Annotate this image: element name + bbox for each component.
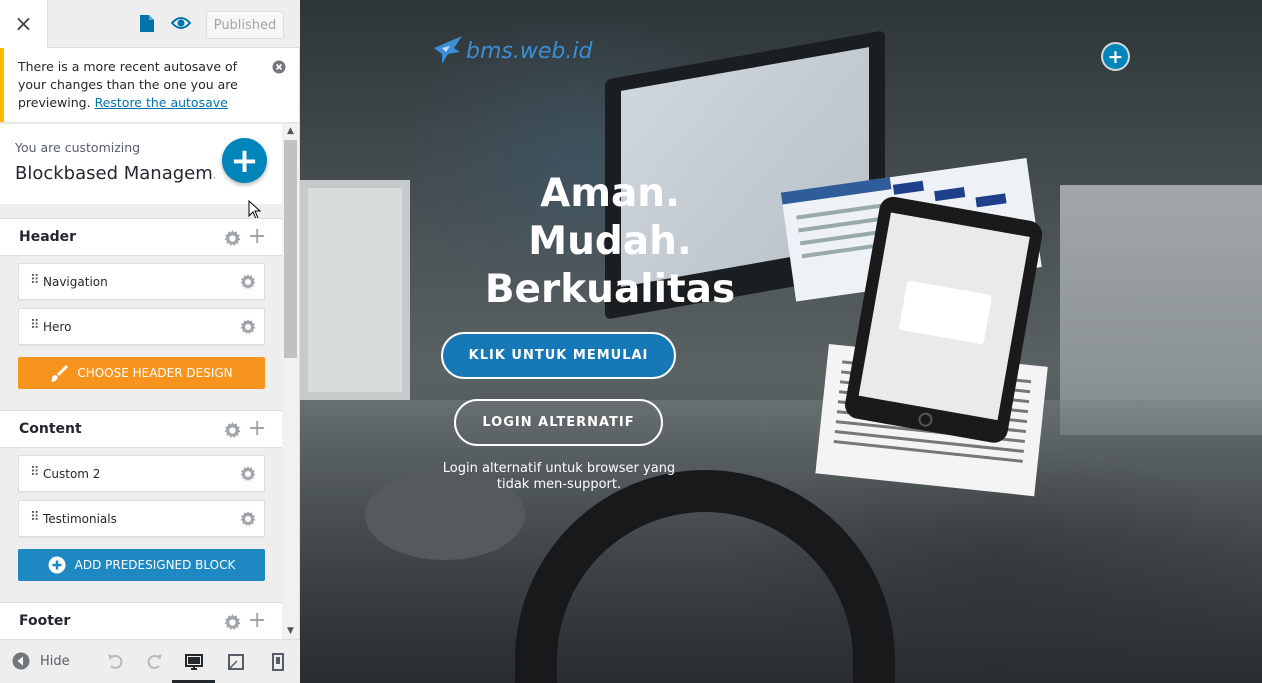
hide-label: Hide bbox=[40, 653, 70, 669]
page-icon[interactable] bbox=[140, 15, 154, 32]
hero-title-line-3: Berkualitas bbox=[484, 267, 736, 312]
scroll-down-arrow-icon[interactable]: ▼ bbox=[282, 624, 299, 638]
block-item-label: Hero bbox=[43, 320, 72, 334]
drag-handle-icon[interactable]: ⠿ bbox=[30, 510, 39, 526]
add-predesigned-block-label: ADD PREDESIGNED BLOCK bbox=[74, 558, 236, 572]
scrollbar-thumb[interactable] bbox=[284, 140, 297, 358]
section-content[interactable]: Content + bbox=[0, 410, 282, 448]
preview-eye-icon[interactable] bbox=[171, 15, 191, 31]
tablet-documents-illustration bbox=[780, 158, 1048, 497]
customizer-header: × Published bbox=[0, 0, 300, 48]
hero-title-line-1: Aman. bbox=[540, 171, 680, 216]
content-settings-gear-icon[interactable] bbox=[224, 422, 241, 439]
navigation-gear-icon[interactable] bbox=[240, 274, 256, 290]
customizer-sidebar: × Published There is a more recent autos… bbox=[0, 0, 300, 683]
logo-text: bms.web.id bbox=[466, 38, 593, 64]
add-predesigned-block-button[interactable]: ADD PREDESIGNED BLOCK bbox=[18, 549, 265, 581]
hide-controls-button[interactable]: Hide bbox=[12, 652, 70, 670]
device-desktop-button[interactable] bbox=[172, 640, 215, 683]
testimonials-gear-icon[interactable] bbox=[240, 511, 256, 527]
restore-autosave-link[interactable]: Restore the autosave bbox=[95, 95, 228, 110]
content-add-plus-icon[interactable]: + bbox=[248, 416, 266, 442]
block-item-hero[interactable]: ⠿ Hero bbox=[18, 308, 265, 345]
hero-gear-icon[interactable] bbox=[240, 319, 256, 335]
section-footer-title: Footer bbox=[19, 613, 71, 629]
mobile-icon[interactable] bbox=[268, 652, 288, 672]
section-header[interactable]: Header + bbox=[0, 218, 282, 256]
footer-settings-gear-icon[interactable] bbox=[224, 614, 241, 631]
hero-title-line-2: Mudah. bbox=[528, 219, 692, 264]
block-item-label: Custom 2 bbox=[43, 467, 101, 481]
block-item-testimonials[interactable]: ⠿ Testimonials bbox=[18, 500, 265, 537]
section-content-title: Content bbox=[19, 421, 82, 437]
scroll-up-arrow-icon[interactable]: ▲ bbox=[282, 124, 299, 138]
dismiss-notice-icon[interactable] bbox=[272, 60, 286, 74]
site-name: Blockbased Managem... bbox=[15, 163, 215, 184]
mouse-cursor-icon bbox=[248, 200, 262, 220]
bird-logo-icon bbox=[434, 36, 462, 64]
choose-header-design-label: CHOOSE HEADER DESIGN bbox=[77, 366, 233, 380]
alt-login-note: Login alternatif untuk browser yang tida… bbox=[442, 461, 676, 492]
drag-handle-icon[interactable]: ⠿ bbox=[30, 273, 39, 289]
section-footer[interactable]: Footer + bbox=[0, 602, 282, 640]
header-add-plus-icon[interactable]: + bbox=[248, 224, 266, 250]
drag-handle-icon[interactable]: ⠿ bbox=[30, 318, 39, 334]
footer-add-plus-icon[interactable]: + bbox=[248, 608, 266, 634]
hero-title: Aman. Mudah. Berkualitas bbox=[440, 170, 780, 314]
add-block-circle-button[interactable]: + bbox=[222, 138, 267, 183]
autosave-notice: There is a more recent autosave of your … bbox=[0, 48, 299, 122]
block-item-label: Testimonials bbox=[43, 512, 117, 526]
block-item-navigation[interactable]: ⠿ Navigation bbox=[18, 263, 265, 300]
drag-handle-icon[interactable]: ⠿ bbox=[30, 465, 39, 481]
site-preview[interactable]: bms.web.id + Aman. Mudah. Berkualitas KL… bbox=[300, 0, 1262, 683]
section-header-title: Header bbox=[19, 229, 77, 245]
close-customizer-button[interactable]: × bbox=[0, 0, 48, 48]
customize-info-panel: You are customizing Blockbased Managem..… bbox=[0, 124, 282, 204]
undo-icon[interactable] bbox=[106, 652, 126, 672]
block-item-custom-2[interactable]: ⠿ Custom 2 bbox=[18, 455, 265, 492]
background-monitor-left bbox=[300, 180, 410, 400]
custom-2-gear-icon[interactable] bbox=[240, 466, 256, 482]
collapse-arrow-icon bbox=[12, 652, 30, 670]
paintbrush-icon bbox=[50, 365, 69, 382]
plus-circle-icon bbox=[48, 556, 66, 574]
customizing-label: You are customizing bbox=[15, 140, 141, 155]
published-button[interactable]: Published bbox=[206, 11, 284, 39]
background-shelf bbox=[1060, 185, 1262, 435]
preview-add-block-button[interactable]: + bbox=[1103, 44, 1128, 69]
desktop-icon bbox=[185, 654, 203, 670]
choose-header-design-button[interactable]: CHOOSE HEADER DESIGN bbox=[18, 357, 265, 389]
start-cta-button[interactable]: KLIK UNTUK MEMULAI bbox=[441, 332, 676, 379]
customizer-footer: Hide bbox=[0, 639, 300, 683]
tablet-icon[interactable] bbox=[226, 652, 246, 672]
redo-icon[interactable] bbox=[144, 652, 164, 672]
site-logo[interactable]: bms.web.id bbox=[432, 34, 592, 68]
sidebar-scrollbar[interactable]: ▲ ▼ bbox=[282, 124, 299, 638]
block-item-label: Navigation bbox=[43, 275, 108, 289]
alt-login-button[interactable]: LOGIN ALTERNATIF bbox=[454, 399, 663, 446]
header-settings-gear-icon[interactable] bbox=[224, 230, 241, 247]
